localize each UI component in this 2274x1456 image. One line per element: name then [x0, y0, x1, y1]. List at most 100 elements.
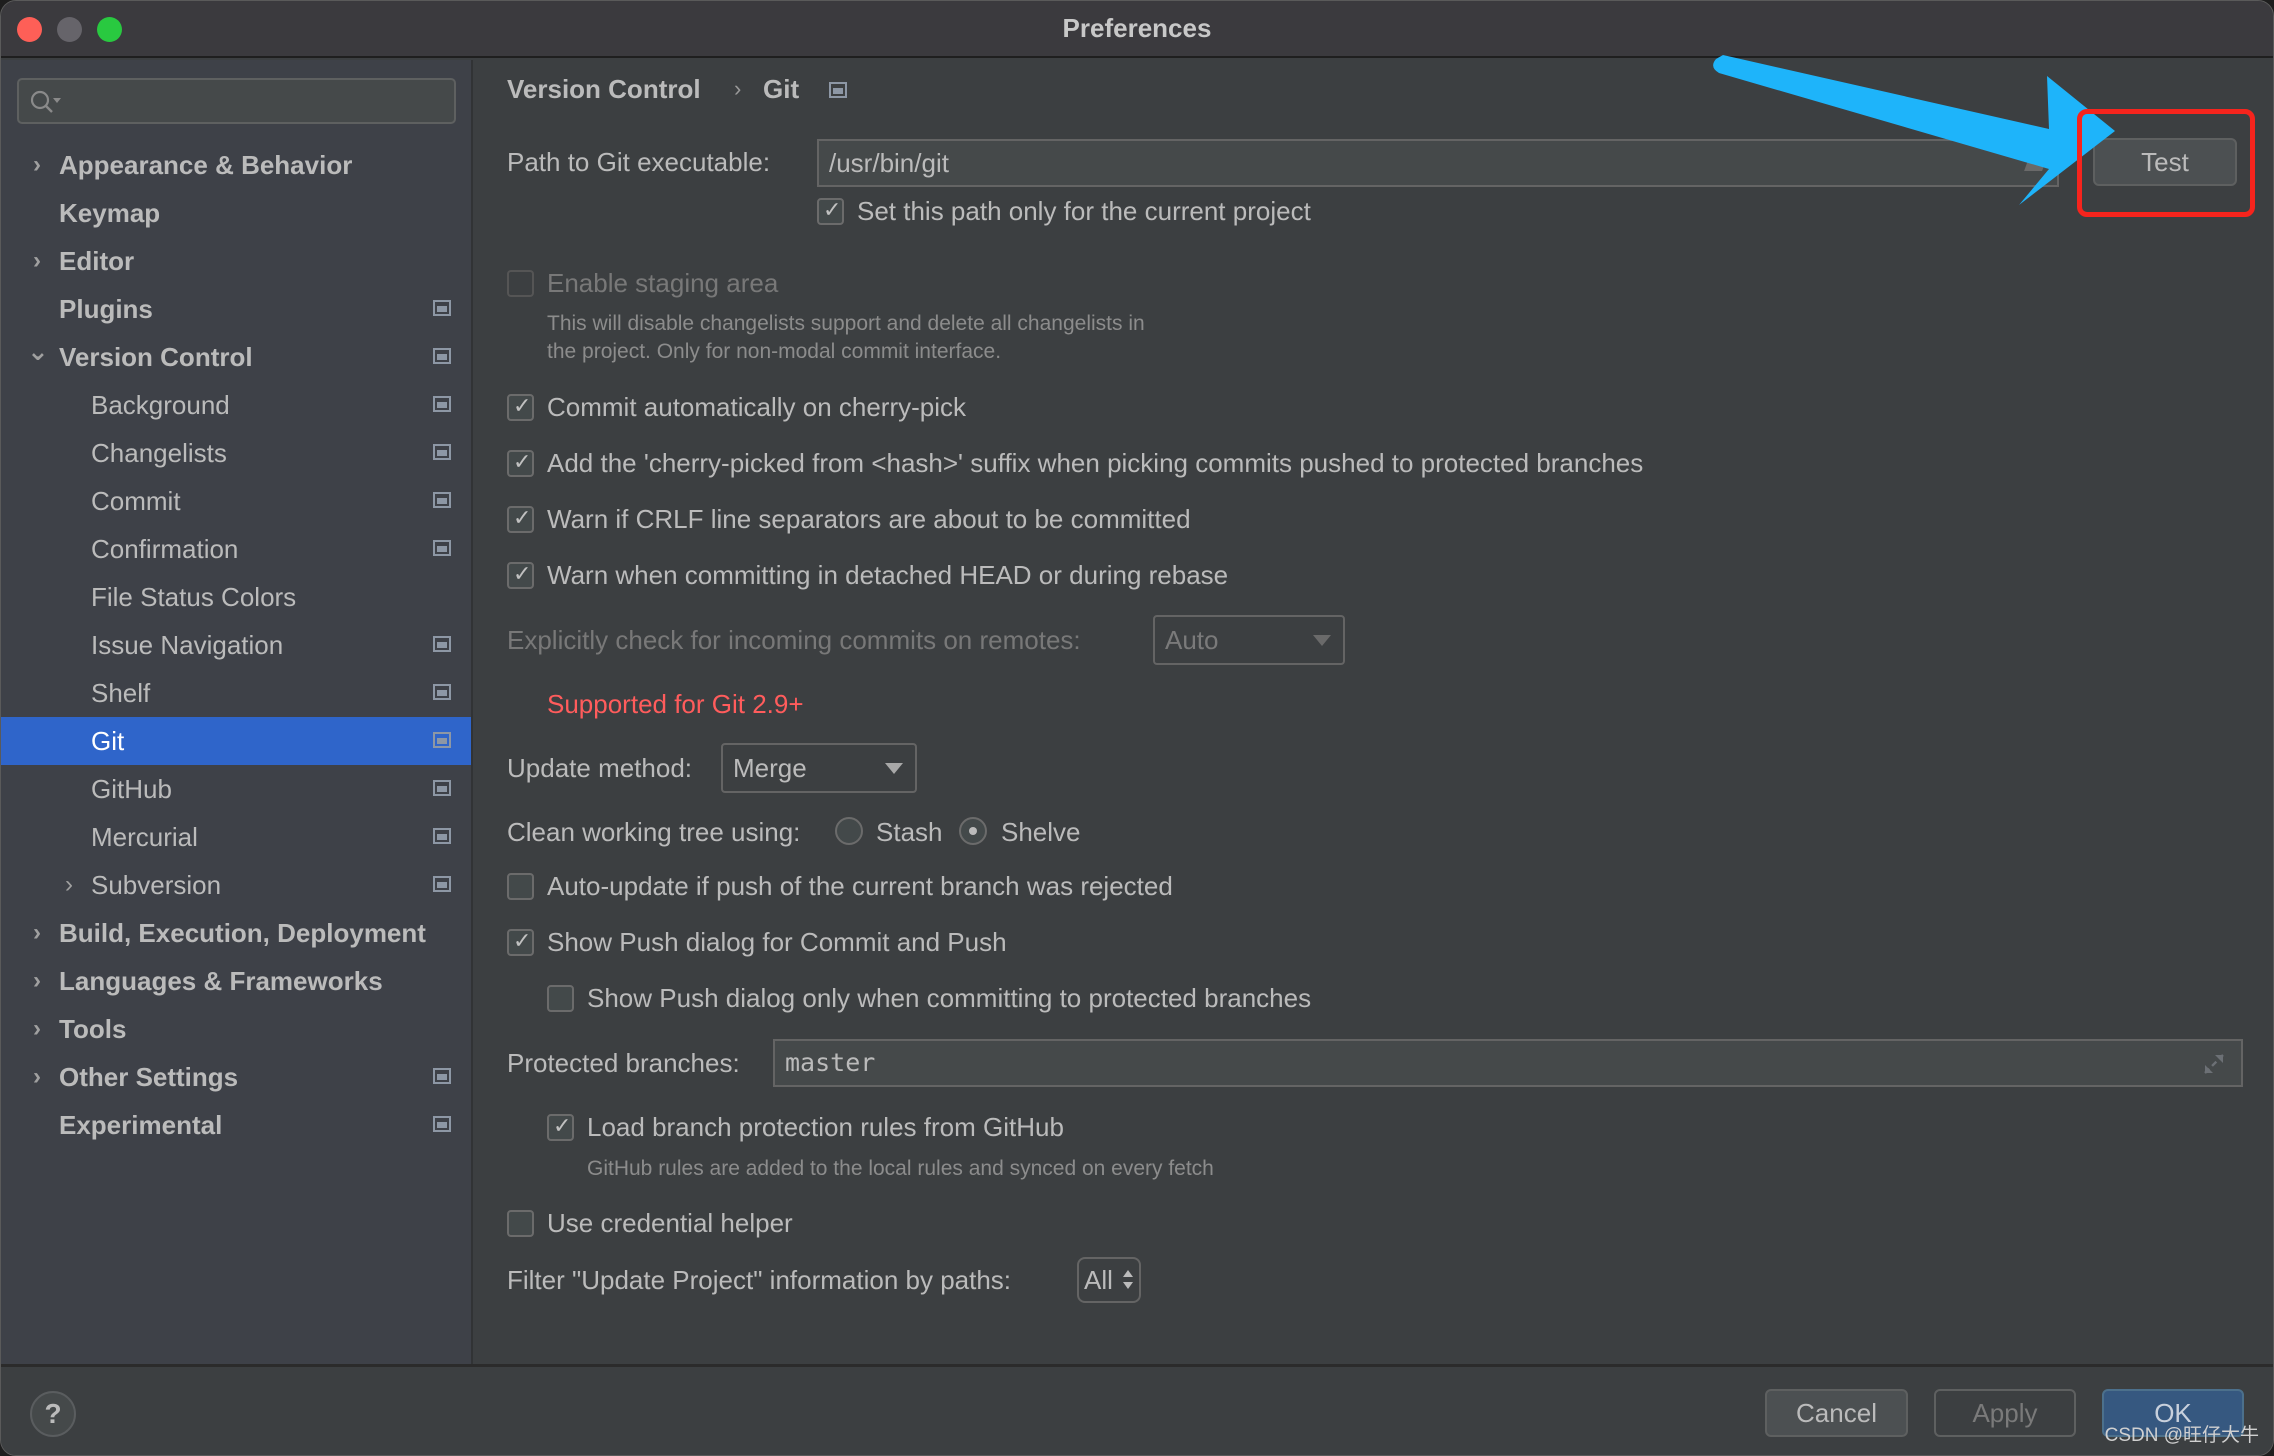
sidebar-item-label: Other Settings — [59, 1062, 239, 1092]
project-scope-icon — [433, 636, 451, 652]
sidebar-item-label: Languages & Frameworks — [59, 966, 383, 996]
credential-helper-label: Use credential helper — [547, 1208, 793, 1238]
expand-icon[interactable] — [2201, 1051, 2227, 1077]
sidebar-item-label: Plugins — [59, 294, 153, 324]
sidebar-item-other-settings[interactable]: › Other Settings — [1, 1053, 471, 1101]
stepper-up-icon — [1123, 1270, 1133, 1277]
filter-paths-label: Filter "Update Project" information by p… — [507, 1265, 1012, 1295]
commit-option-checkbox[interactable] — [507, 562, 534, 589]
sidebar-item-editor[interactable]: › Editor — [1, 237, 471, 285]
sidebar-item-file-status-colors[interactable]: File Status Colors — [1, 573, 471, 621]
sidebar-item-label: Commit — [91, 486, 181, 516]
chevron-right-icon[interactable]: › — [59, 861, 79, 909]
filter-paths-select[interactable]: All — [1077, 1257, 1141, 1303]
sidebar-item-subversion[interactable]: › Subversion — [1, 861, 471, 909]
sidebar-item-changelists[interactable]: Changelists — [1, 429, 471, 477]
staging-area-label: Enable staging area — [547, 268, 779, 298]
breadcrumb: Version Control › Git — [507, 74, 1107, 108]
clean-tree-shelve-radio[interactable] — [959, 817, 987, 845]
sidebar-item-confirmation[interactable]: Confirmation — [1, 525, 471, 573]
sidebar-item-tools[interactable]: › Tools — [1, 1005, 471, 1053]
sidebar-item-build-execution-deployment[interactable]: › Build, Execution, Deployment — [1, 909, 471, 957]
project-scope-icon — [433, 876, 451, 892]
credential-helper-checkbox[interactable] — [507, 1210, 534, 1237]
commit-option-checkbox[interactable] — [507, 450, 534, 477]
breadcrumb-parent[interactable]: Version Control — [507, 74, 701, 105]
incoming-check-dropdown: Auto — [1153, 615, 1345, 665]
sidebar-item-issue-navigation[interactable]: Issue Navigation — [1, 621, 471, 669]
help-button[interactable]: ? — [30, 1391, 76, 1437]
project-scope-icon — [433, 396, 451, 412]
incoming-check-value: Auto — [1165, 625, 1219, 655]
project-scope-icon — [433, 444, 451, 460]
sidebar-item-experimental[interactable]: Experimental — [1, 1101, 471, 1149]
show-push-protected-checkbox[interactable] — [547, 985, 574, 1012]
settings-sidebar: › Appearance & Behavior Keymap › Editor Plugi… — [1, 60, 473, 1364]
update-method-value: Merge — [733, 753, 807, 783]
chevron-right-icon[interactable]: › — [27, 909, 47, 957]
chevron-right-icon[interactable]: › — [27, 141, 47, 189]
sidebar-item-commit[interactable]: Commit — [1, 477, 471, 525]
sidebar-item-label: Build, Execution, Deployment — [59, 918, 426, 948]
sidebar-item-appearance-behavior[interactable]: › Appearance & Behavior — [1, 141, 471, 189]
sidebar-item-label: Background — [91, 390, 230, 420]
test-git-button[interactable]: Test — [2093, 138, 2237, 186]
sidebar-item-label: Appearance & Behavior — [59, 150, 353, 180]
update-method-label: Update method: — [507, 753, 693, 783]
clean-tree-stash-radio[interactable] — [835, 817, 863, 845]
clean-tree-label: Clean working tree using: — [507, 817, 801, 847]
sidebar-item-mercurial[interactable]: Mercurial — [1, 813, 471, 861]
path-project-only-checkbox[interactable] — [817, 198, 844, 225]
staging-area-checkbox — [507, 270, 534, 297]
browse-folder-icon[interactable] — [2024, 155, 2048, 171]
apply-button[interactable]: Apply — [1934, 1389, 2076, 1437]
settings-tree: › Appearance & Behavior Keymap › Editor Plugi… — [1, 141, 471, 1149]
chevron-down-icon[interactable]: ⌄ — [27, 333, 49, 381]
auto-update-checkbox[interactable] — [507, 873, 534, 900]
load-rules-hint: GitHub rules are added to the local rule… — [587, 1157, 1214, 1180]
load-rules-label: Load branch protection rules from GitHub — [587, 1112, 1064, 1142]
sidebar-item-git[interactable]: Git — [1, 717, 471, 765]
protected-branches-input[interactable]: master — [773, 1039, 2243, 1087]
sidebar-item-version-control[interactable]: ⌄ Version Control — [1, 333, 471, 381]
sidebar-item-background[interactable]: Background — [1, 381, 471, 429]
sidebar-item-keymap[interactable]: Keymap — [1, 189, 471, 237]
show-push-protected-label: Show Push dialog only when committing to… — [587, 983, 1312, 1013]
sidebar-item-label: Changelists — [91, 438, 227, 468]
chevron-right-icon[interactable]: › — [27, 957, 47, 1005]
load-rules-checkbox[interactable] — [547, 1114, 574, 1141]
chevron-right-icon[interactable]: › — [27, 1005, 47, 1053]
project-scope-icon — [433, 300, 451, 316]
update-method-dropdown[interactable]: Merge — [721, 743, 917, 793]
git-settings-panel: Version Control › Git Path to Git execut… — [475, 60, 2273, 1364]
show-push-checkbox[interactable] — [507, 929, 534, 956]
chevron-down-icon — [1313, 635, 1331, 646]
sidebar-item-plugins[interactable]: Plugins — [1, 285, 471, 333]
project-scope-icon — [433, 1068, 451, 1084]
project-scope-icon — [433, 732, 451, 748]
settings-search-input[interactable] — [17, 78, 456, 124]
breadcrumb-current: Git — [763, 74, 800, 104]
commit-option-label: Add the 'cherry-picked from <hash>' suff… — [547, 448, 1644, 478]
cancel-button[interactable]: Cancel — [1765, 1389, 1908, 1437]
project-scope-icon — [433, 1116, 451, 1132]
chevron-right-icon[interactable]: › — [27, 1053, 47, 1101]
sidebar-item-label: Experimental — [59, 1110, 223, 1140]
clean-tree-shelve-label[interactable]: Shelve — [1001, 817, 1081, 848]
sidebar-item-label: Confirmation — [91, 534, 239, 564]
chevron-right-icon[interactable]: › — [27, 237, 47, 285]
staging-area-hint-2: the project. Only for non-modal commit i… — [547, 340, 1002, 363]
sidebar-item-github[interactable]: GitHub — [1, 765, 471, 813]
sidebar-item-label: Git — [91, 726, 125, 756]
project-scope-icon — [829, 82, 847, 98]
breadcrumb-separator: › — [734, 76, 742, 101]
sidebar-item-shelf[interactable]: Shelf — [1, 669, 471, 717]
commit-option-label: Warn when committing in detached HEAD or… — [547, 560, 1229, 590]
git-path-input[interactable]: /usr/bin/git — [817, 139, 2059, 187]
project-scope-icon — [433, 540, 451, 556]
sidebar-item-languages-frameworks[interactable]: › Languages & Frameworks — [1, 957, 471, 1005]
commit-option-checkbox[interactable] — [507, 506, 534, 533]
clean-tree-stash-label[interactable]: Stash — [876, 817, 943, 848]
commit-option-checkbox[interactable] — [507, 394, 534, 421]
title-bar: Preferences — [1, 1, 2273, 58]
